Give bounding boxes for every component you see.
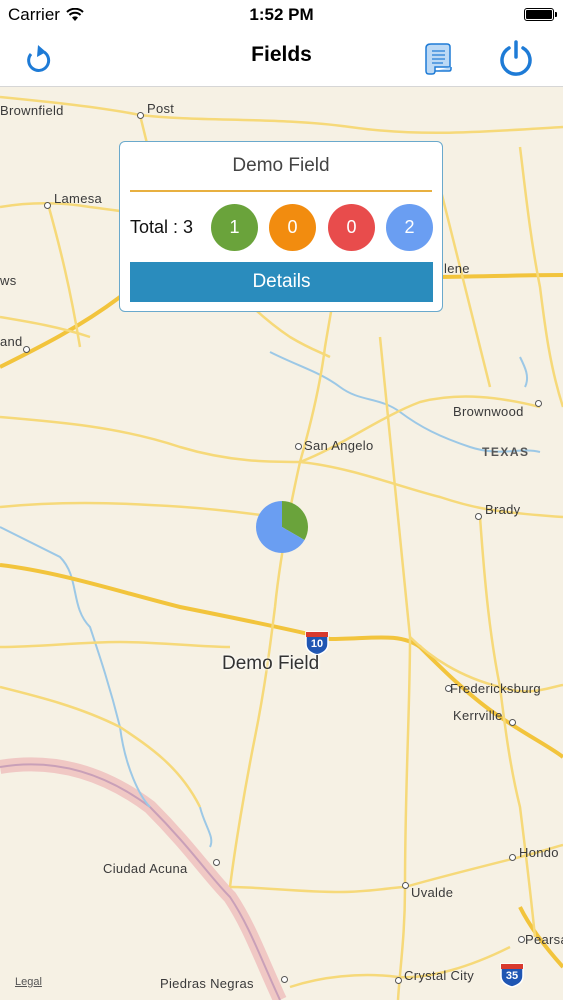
city-label-san-angelo: San Angelo xyxy=(304,438,374,453)
count-badge-orange: 0 xyxy=(269,204,316,251)
city-label-brownwood: Brownwood xyxy=(453,404,524,419)
field-callout: Demo Field Total : 3 1 0 0 2 Details xyxy=(119,141,443,312)
city-label-and: and xyxy=(0,334,23,349)
count-badge-red: 0 xyxy=(328,204,375,251)
city-dot xyxy=(44,202,51,209)
state-label-texas: TEXAS xyxy=(482,445,530,459)
city-label-pearsall: Pearsa xyxy=(525,932,563,947)
scroll-icon xyxy=(425,43,452,75)
city-dot xyxy=(295,443,302,450)
legal-link[interactable]: Legal xyxy=(15,976,42,988)
city-label-ciudad-acuna: Ciudad Acuna xyxy=(103,861,188,876)
city-label-brady: Brady xyxy=(485,502,521,517)
city-dot xyxy=(137,112,144,119)
count-badge-green: 1 xyxy=(211,204,258,251)
logout-button[interactable] xyxy=(494,36,538,80)
city-label-ws: ws xyxy=(0,273,17,288)
status-time: 1:52 PM xyxy=(249,5,314,24)
city-label-piedras-negras: Piedras Negras xyxy=(160,976,254,991)
city-label-uvalde: Uvalde xyxy=(411,885,454,900)
power-icon xyxy=(500,40,532,76)
history-button[interactable] xyxy=(416,36,460,80)
total-label: Total : 3 xyxy=(130,217,194,237)
interstate-35-label: 35 xyxy=(505,970,519,982)
field-marker-label[interactable]: Demo Field xyxy=(222,653,319,675)
city-dot xyxy=(402,882,409,889)
city-label-hondo: Hondo xyxy=(519,845,559,860)
battery-icon xyxy=(524,8,557,21)
city-dot xyxy=(23,346,30,353)
callout-divider xyxy=(130,190,432,192)
city-dot xyxy=(281,976,288,983)
field-marker-pie[interactable] xyxy=(255,500,309,554)
count-badge-blue: 2 xyxy=(386,204,433,251)
city-label-abilene: lene xyxy=(444,261,470,276)
city-label-brownfield: Brownfield xyxy=(0,103,64,118)
status-bar: Carrier 1:52 PM xyxy=(0,0,563,30)
city-dot xyxy=(535,400,542,407)
page-title: Fields xyxy=(251,43,312,66)
city-label-crystal-city: Crystal City xyxy=(404,968,475,983)
city-dot xyxy=(395,977,402,984)
city-dot xyxy=(509,854,516,861)
city-label-lamesa: Lamesa xyxy=(54,191,103,206)
city-dot xyxy=(518,936,525,943)
city-dot xyxy=(509,719,516,726)
navigation-bar: Fields xyxy=(0,30,563,87)
interstate-35-shield: 35 xyxy=(499,962,525,988)
callout-title: Demo Field xyxy=(232,155,330,176)
details-button[interactable]: Details xyxy=(130,262,433,302)
city-label-fredericksburg: Fredericksburg xyxy=(450,681,541,696)
city-dot xyxy=(475,513,482,520)
interstate-10-label: 10 xyxy=(310,638,324,650)
city-dot xyxy=(213,859,220,866)
city-label-post: Post xyxy=(147,101,175,116)
city-label-kerrville: Kerrville xyxy=(453,708,503,723)
